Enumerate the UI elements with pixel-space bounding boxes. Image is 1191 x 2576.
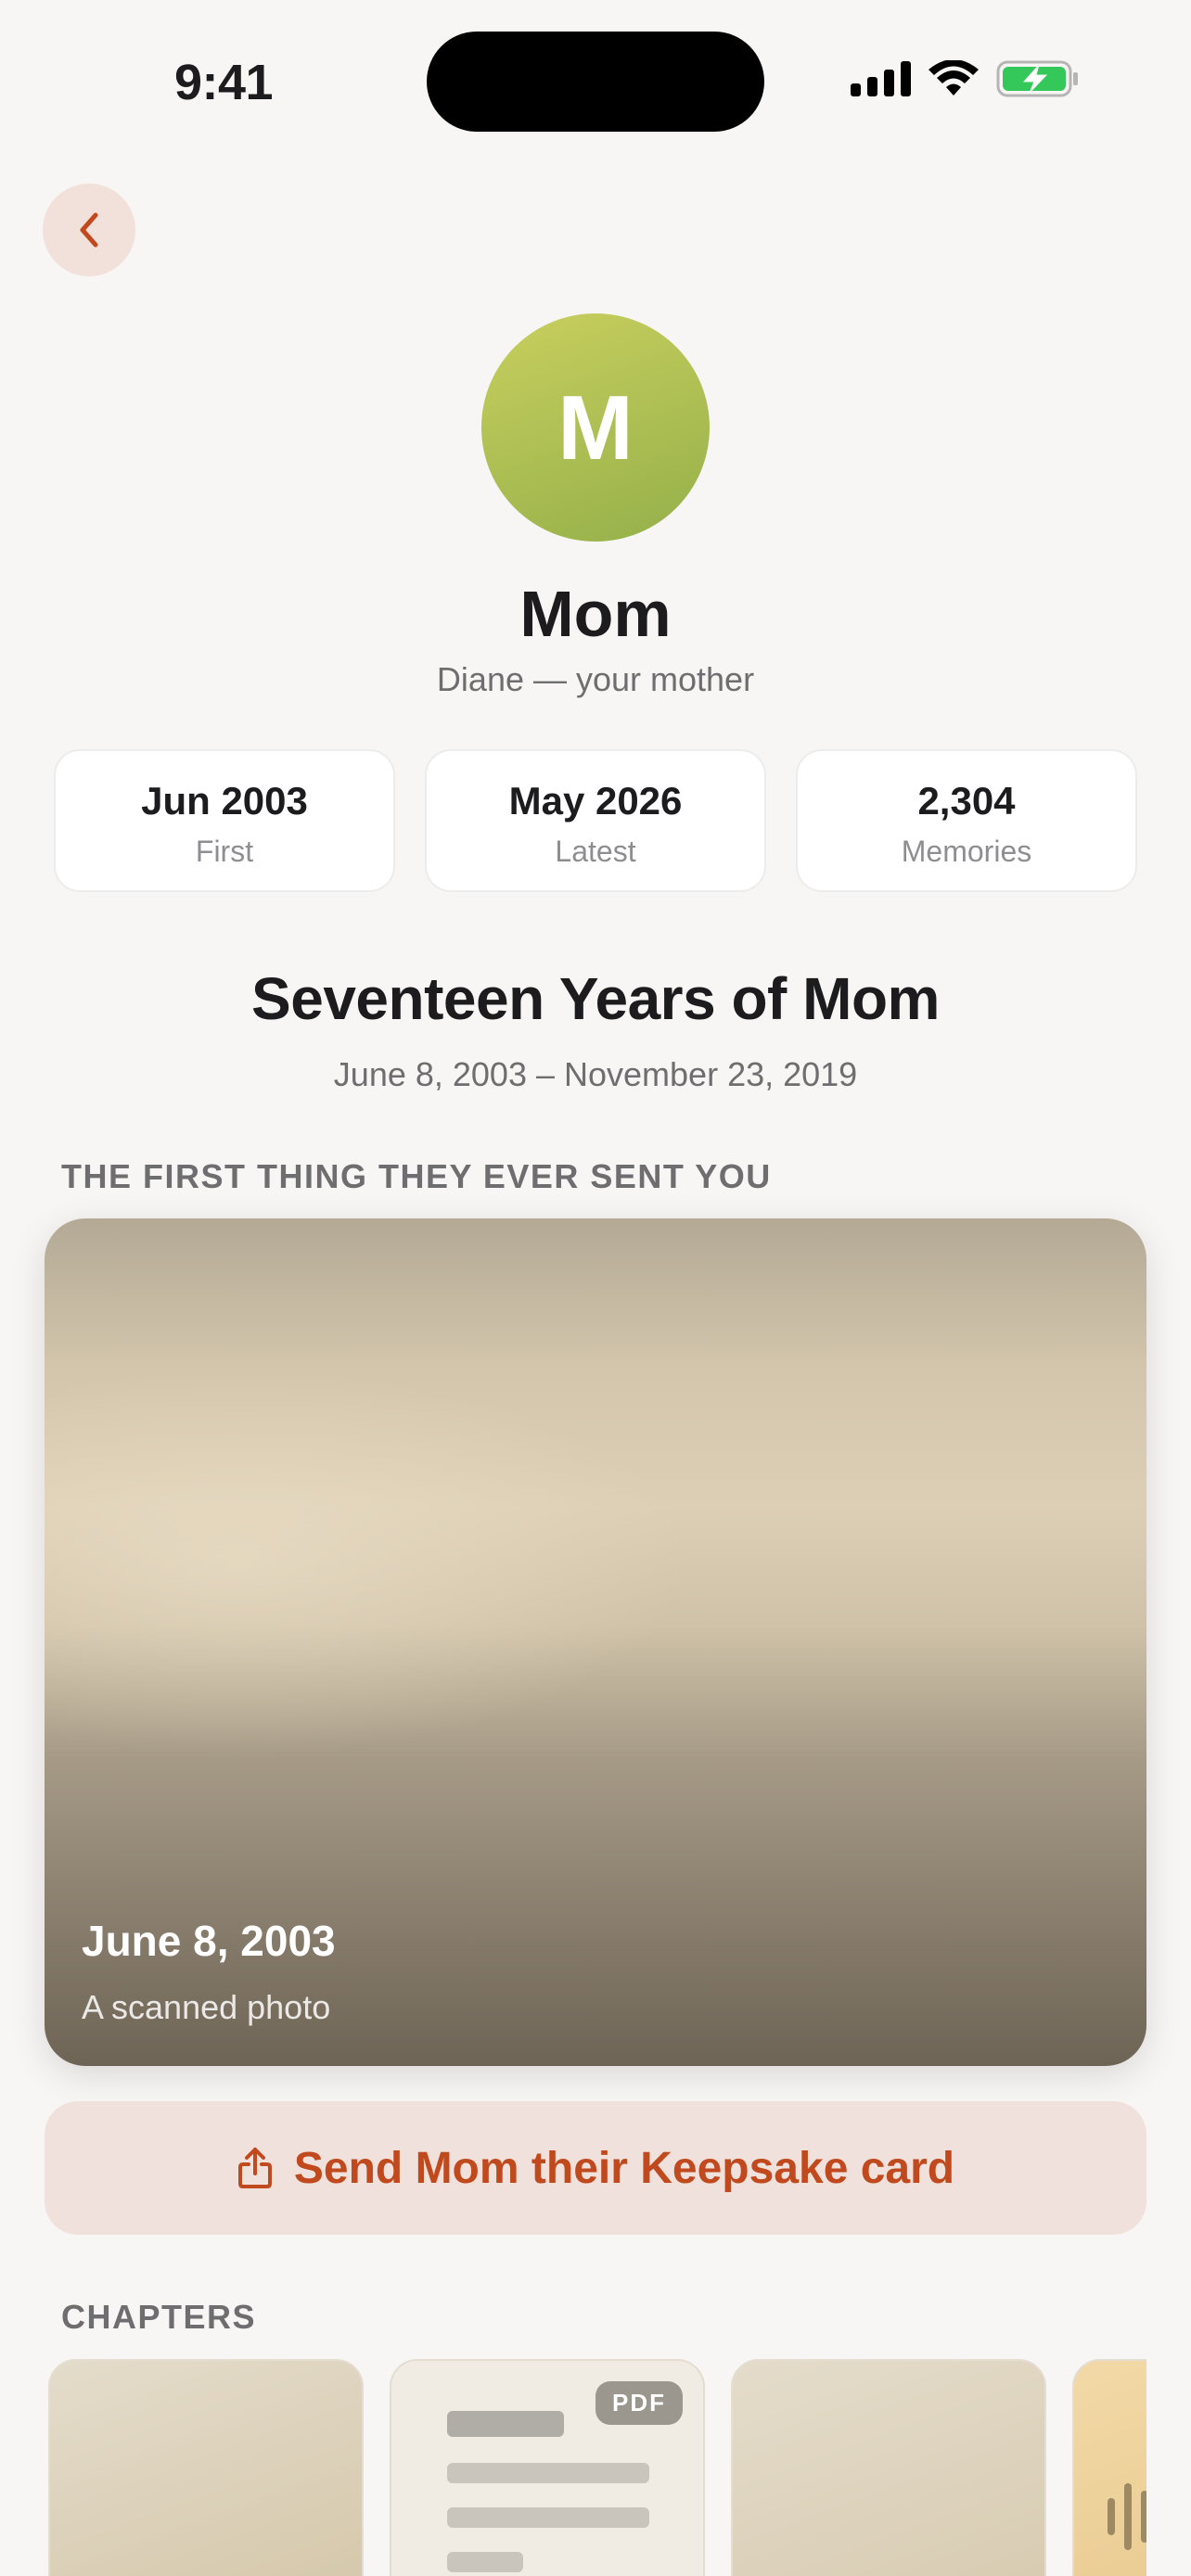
avatar: M [481,313,710,542]
share-icon [237,2148,272,2188]
stat-label: First [195,835,254,868]
chapters-carousel[interactable]: PDF [48,2359,1146,2576]
status-icons [851,59,1080,98]
back-button[interactable] [43,184,135,276]
stat-first: Jun 2003 First [54,749,395,892]
pdf-badge: PDF [596,2381,683,2425]
contact-name: Mom [519,578,672,650]
stat-memories: 2,304 Memories [796,749,1137,892]
chapter-card[interactable]: PDF [390,2359,705,2576]
status-bar: 9:41 [0,0,1191,148]
chapter-card[interactable] [48,2359,364,2576]
chapter-card[interactable] [1072,2359,1146,2576]
chevron-left-icon [80,212,98,248]
stat-label: Memories [901,835,1032,868]
photo-image [45,1367,694,1756]
stat-value: Jun 2003 [141,779,308,823]
document-line [447,2507,649,2528]
wifi-icon [928,60,979,96]
audio-waveform-icon [1108,2483,1146,2550]
status-time: 9:41 [174,55,274,110]
stat-value: May 2026 [508,779,683,823]
chapters-section-label: CHAPTERS [61,2298,257,2336]
battery-charging-icon [996,60,1078,97]
chapter-card[interactable] [731,2359,1046,2576]
cellular-signal-icon [851,61,911,96]
document-line [447,2552,523,2572]
first-memory-photo-card[interactable]: June 8, 2003 A scanned photo [45,1218,1146,2066]
document-icon [447,2411,564,2437]
photo-description: A scanned photo [82,1988,331,2026]
story-date-range: June 8, 2003 – November 23, 2019 [333,1055,858,1093]
stats-row: Jun 2003 First May 2026 Latest 2,304 Mem… [54,749,1137,892]
stat-value: 2,304 [917,779,1016,823]
photo-date: June 8, 2003 [82,1917,336,1965]
send-keepsake-label: Send Mom their Keepsake card [293,2143,955,2193]
document-line [447,2463,649,2483]
first-memory-section-label: THE FIRST THING THEY EVER SENT YOU [61,1157,772,1195]
stat-latest: May 2026 Latest [425,749,766,892]
send-keepsake-button[interactable]: Send Mom their Keepsake card [45,2101,1146,2235]
dynamic-island [427,32,764,132]
story-title: Seventeen Years of Mom [251,965,940,1032]
stat-label: Latest [555,835,636,868]
contact-relation: Diane — your mother [436,660,755,698]
